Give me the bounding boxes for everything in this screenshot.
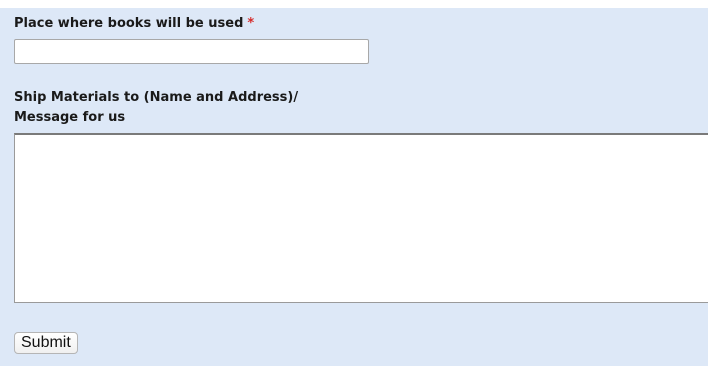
- book-request-form: Place where books will be used * Ship Mat…: [0, 8, 708, 366]
- ship-field-label-line2: Message for us: [14, 110, 126, 125]
- required-marker: *: [247, 16, 255, 31]
- submit-button[interactable]: Submit: [14, 332, 78, 354]
- ship-field-label-line1: Ship Materials to (Name and Address)/: [14, 90, 299, 105]
- place-field-label: Place where books will be used *: [14, 14, 254, 34]
- place-input[interactable]: [14, 39, 369, 64]
- ship-address-message-textarea[interactable]: [14, 133, 708, 303]
- place-field-label-text: Place where books will be used: [14, 16, 244, 31]
